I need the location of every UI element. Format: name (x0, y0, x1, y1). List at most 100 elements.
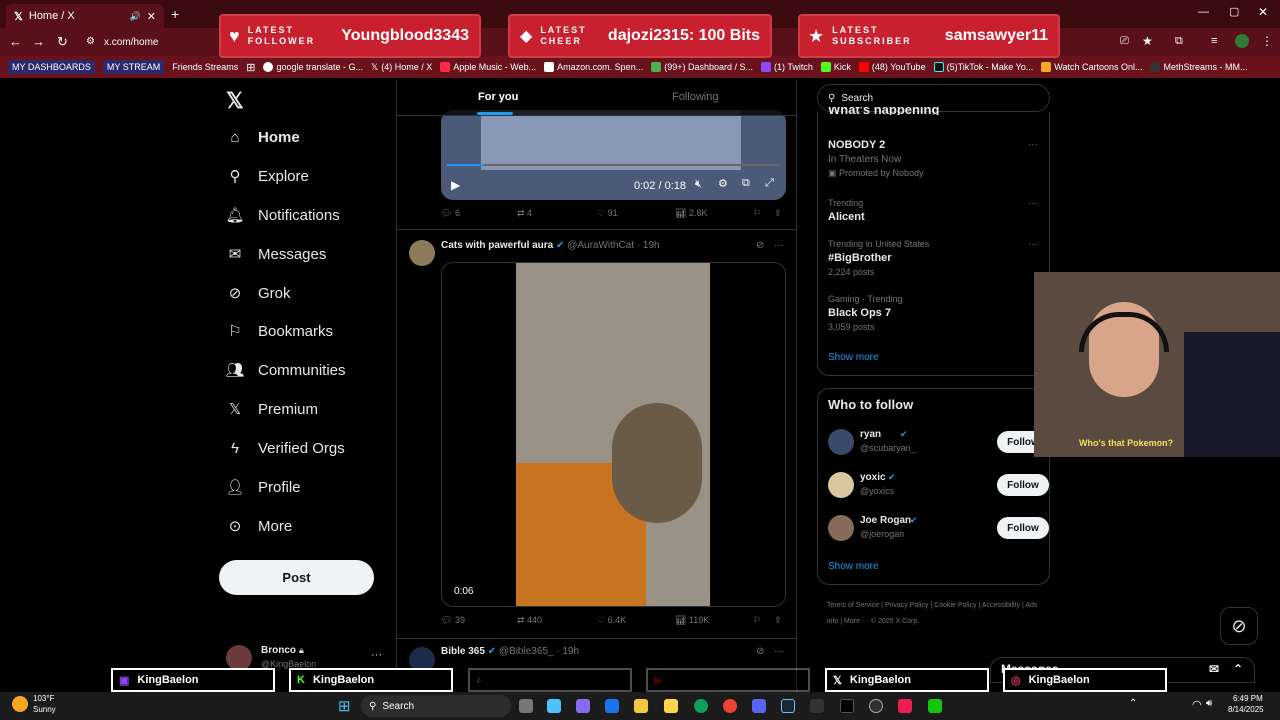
url-field[interactable]: x.com/home (104, 37, 158, 48)
close-tab-icon[interactable]: ✕ (147, 10, 156, 23)
x-logo-icon[interactable]: 𝕏 (226, 88, 244, 114)
follow-suggestion[interactable]: Joe Rogan ✔ @joerogan Follow (828, 513, 1049, 543)
sticky-notes-icon[interactable] (664, 699, 678, 713)
grok-icon[interactable]: ⊘ (756, 240, 764, 251)
forward-icon[interactable]: → (32, 34, 45, 49)
account-more-icon[interactable]: ··· (371, 649, 382, 661)
maximize-icon[interactable]: ▢ (1229, 5, 1239, 18)
post-video[interactable]: 0:06 (441, 262, 786, 607)
fullscreen-icon[interactable]: ⤢ (765, 177, 774, 190)
new-message-icon[interactable]: ✉ (1209, 662, 1219, 676)
file-explorer-icon[interactable] (634, 699, 648, 713)
post-button[interactable]: Post (219, 560, 374, 595)
back-icon[interactable]: ← (9, 34, 22, 49)
nav-communities[interactable]: 👥︎ Communities (225, 361, 345, 380)
trend-item[interactable]: Gaming · Trending Black Ops 7 3,059 post… (828, 294, 1043, 332)
edge-icon[interactable] (694, 699, 708, 713)
post-author-handle[interactable]: @AuraWithCat (567, 240, 634, 251)
settings-icon[interactable]: ⚙ (718, 177, 728, 190)
footer-link[interactable]: Privacy Policy (885, 602, 929, 609)
minimize-icon[interactable]: — (1198, 6, 1209, 18)
share-button[interactable]: ⇪ (774, 615, 782, 626)
bookmark-watch-cartoons[interactable]: Watch Cartoons Onl... (1041, 62, 1142, 72)
nav-premium[interactable]: 𝕏 Premium (226, 400, 318, 419)
bookmark-friends-streams[interactable]: Friends Streams (172, 62, 238, 72)
trend-more-icon[interactable]: ··· (1028, 239, 1038, 250)
follow-suggestion[interactable]: ryan ✔ @scubaryan_ Follow (828, 427, 1049, 457)
windows-start-icon[interactable]: ⊞ (338, 697, 351, 715)
trend-item[interactable]: Trending in United States #BigBrother 2,… (828, 239, 1043, 277)
task-view-icon[interactable] (519, 699, 533, 713)
clock-date[interactable]: 8/14/2025 (1228, 705, 1264, 714)
menu-icon[interactable]: ⋮ (1261, 34, 1273, 48)
extensions-icon[interactable]: ⧉ (1175, 35, 1183, 48)
bookmark-kick[interactable]: Kick (820, 62, 851, 72)
reply-button[interactable]: 💬︎ 6 (441, 208, 460, 219)
nav-more[interactable]: ⊙ More (226, 517, 292, 536)
copilot-icon[interactable] (576, 699, 590, 713)
video-progress-bar[interactable] (447, 164, 780, 166)
x-app-icon[interactable] (840, 699, 854, 713)
footer-link[interactable]: Terms of Service (827, 602, 879, 609)
nav-home[interactable]: ⌂ Home (226, 128, 299, 146)
apps-grid-icon[interactable]: ⊞ (246, 61, 255, 74)
discord-icon[interactable] (752, 699, 766, 713)
trend-more-icon[interactable]: ··· (1028, 198, 1038, 209)
bookmark-methstreams[interactable]: MethStreams - MM... (1150, 62, 1248, 72)
nav-notifications[interactable]: 🔔︎ Notifications (225, 206, 339, 225)
mute-icon[interactable]: 🔇︎ (695, 178, 702, 191)
bookmark-my-stream[interactable]: MY STREAM (102, 60, 165, 74)
weather-icon[interactable] (12, 696, 28, 712)
post-more-icon[interactable]: ··· (774, 240, 784, 251)
nav-explore[interactable]: ⚲ Explore (226, 167, 309, 186)
trend-item[interactable]: NOBODY 2 In Theaters Now ▣ Promoted by N… (828, 139, 1043, 179)
tab-following[interactable]: Following (672, 91, 718, 103)
bookmark-dashboard[interactable]: (99+) Dashboard / S... (651, 62, 753, 72)
install-icon[interactable]: ⎚ (1120, 35, 1129, 48)
footer-link[interactable]: More ··· (844, 618, 869, 625)
bookmark-amazon[interactable]: Amazon.com. Spen... (544, 62, 643, 72)
footer-link[interactable]: Cookie Policy (934, 602, 976, 609)
follow-button[interactable]: Follow (997, 517, 1049, 539)
epic-games-icon[interactable] (810, 699, 824, 713)
speaker-icon[interactable]: 🔊︎ (1206, 698, 1212, 709)
taskbar-search[interactable]: ⚲ Search (361, 695, 511, 717)
close-window-icon[interactable]: ✕ (1258, 5, 1268, 19)
mute-tab-icon[interactable]: 🔊 (130, 11, 141, 22)
trend-item[interactable]: Trending Alicent ··· (828, 198, 1043, 223)
views-button[interactable]: 📊︎ 119K (675, 615, 709, 626)
play-icon[interactable]: ▶ (451, 178, 460, 192)
bookmark-google-translate[interactable]: google translate - G... (263, 62, 363, 72)
video-player[interactable]: ▶ 0:02 / 0:18 🔇︎ ⚙ ⧉ ⤢ (441, 110, 786, 200)
bookmark-x-home[interactable]: 𝕏 (4) Home / X (371, 62, 432, 73)
bookmark-button[interactable]: ⚐ (753, 615, 761, 626)
like-button[interactable]: ♡ 6.4K (597, 615, 626, 626)
show-more-link[interactable]: Show more (828, 561, 879, 572)
grok-icon[interactable]: ⊘ (756, 646, 764, 657)
repost-button[interactable]: ⇄ 4 (517, 208, 532, 219)
clock-time[interactable]: 6:49 PM (1233, 694, 1263, 703)
bookmark-tiktok[interactable]: (5)TikTok - Make Yo... (933, 62, 1033, 72)
pip-icon[interactable]: ⧉ (742, 177, 750, 190)
follow-button[interactable]: Follow (997, 474, 1049, 496)
store-icon[interactable] (605, 699, 619, 713)
footer-link[interactable]: Accessibility (982, 602, 1020, 609)
nav-verified-orgs[interactable]: ϟ Verified Orgs (226, 439, 345, 457)
profile-avatar-icon[interactable] (1235, 34, 1249, 48)
post-author-name[interactable]: Bible 365 (441, 646, 485, 657)
share-button[interactable]: ⇪ (774, 208, 782, 219)
grok-floating-button[interactable]: ⊘ (1220, 607, 1258, 645)
nav-grok[interactable]: ⊘ Grok (226, 284, 291, 303)
terminal-icon[interactable] (928, 699, 942, 713)
bookmark-my-dashboards[interactable]: MY DASHBOARDS (8, 60, 95, 74)
new-tab-icon[interactable]: + (171, 6, 179, 22)
site-info-icon[interactable]: ⚙ (86, 36, 95, 47)
views-button[interactable]: 📊︎ 2.8K (675, 208, 707, 219)
nav-profile[interactable]: 👤︎ Profile (225, 478, 300, 497)
bookmark-button[interactable]: ⚐ (753, 208, 761, 219)
browser-tab[interactable]: 𝕏 Home / X 🔊 ✕ (6, 4, 164, 28)
chrome-icon[interactable] (723, 699, 737, 713)
post-author-name[interactable]: Cats with pawerful aura (441, 240, 553, 251)
account-switcher[interactable]: Bronco 🔒︎ @KingBaelon ··· (226, 645, 386, 671)
reload-icon[interactable]: ↻ (57, 34, 68, 50)
